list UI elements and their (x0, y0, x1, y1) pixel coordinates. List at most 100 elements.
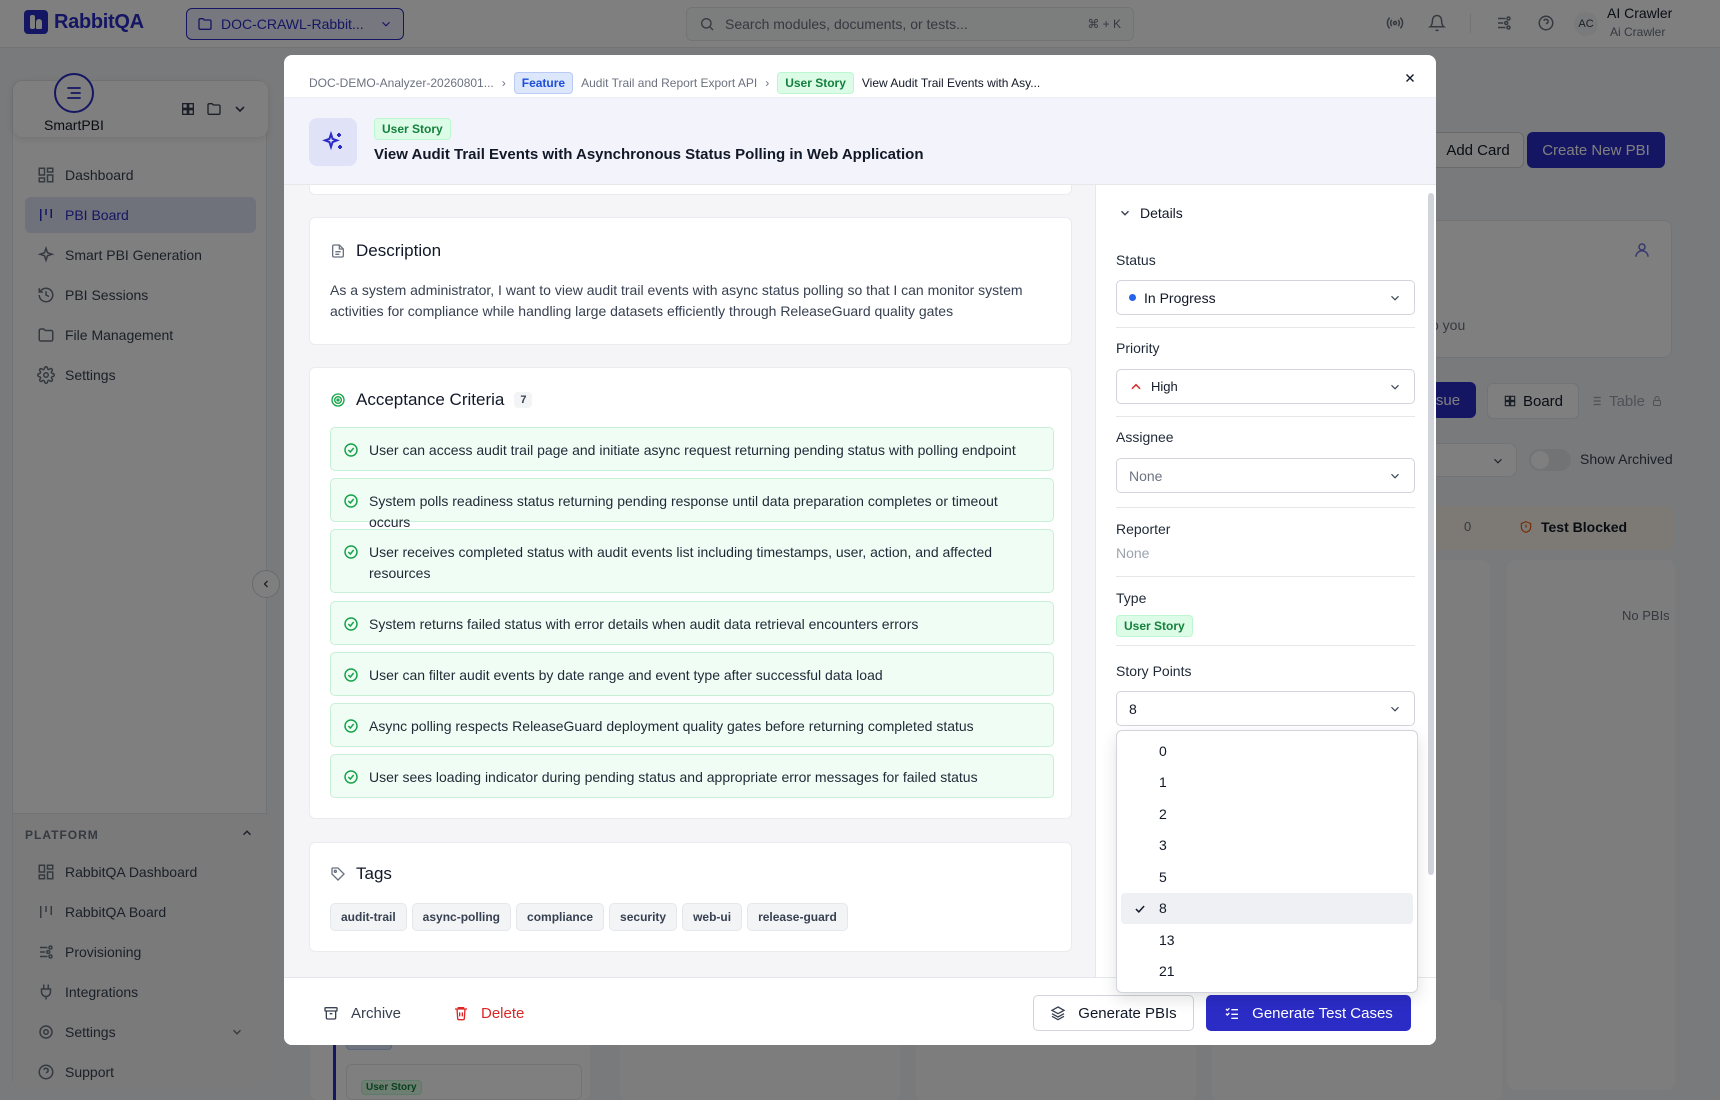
divider (1116, 416, 1415, 417)
description-panel: Description As a system administrator, I… (309, 217, 1072, 345)
generate-pbis-label: Generate PBIs (1078, 1004, 1177, 1022)
delete-label: Delete (481, 1004, 525, 1022)
check-circle-icon (344, 617, 358, 631)
description-heading: Description (330, 241, 441, 261)
criteria-item: Async polling respects ReleaseGuard depl… (330, 703, 1054, 747)
details-toggle[interactable]: Details (1118, 205, 1183, 221)
chevron-down-icon (1391, 384, 1399, 390)
story-points-option[interactable]: 3 (1121, 830, 1413, 862)
check-circle-icon (344, 494, 358, 508)
acceptance-heading: Acceptance Criteria 7 (330, 390, 533, 410)
criteria-count: 7 (514, 392, 533, 408)
acceptance-title: Acceptance Criteria (356, 390, 505, 409)
option-label: 0 (1159, 742, 1167, 759)
status-value: In Progress (1144, 289, 1216, 306)
assignee-label: Assignee (1116, 429, 1174, 445)
criteria-text: User can access audit trail page and ini… (369, 442, 1016, 458)
option-label: 5 (1159, 868, 1167, 885)
assignee-value: None (1129, 467, 1163, 484)
modal-header: User Story View Audit Trail Events with … (284, 97, 1436, 185)
check-circle-icon (344, 719, 358, 733)
tags-title: Tags (356, 864, 392, 883)
details-heading: Details (1140, 205, 1183, 221)
status-dot (1129, 294, 1136, 301)
type-pill: User Story (374, 118, 451, 140)
list-checks-icon (1225, 1007, 1239, 1019)
chevron-down-icon (1391, 473, 1399, 479)
breadcrumb-story: View Audit Trail Events with Asy... (861, 76, 1041, 90)
criteria-item: User can access audit trail page and ini… (330, 427, 1054, 471)
criteria-text: User receives completed status with audi… (369, 544, 993, 581)
type-label: Type (1116, 590, 1147, 606)
story-points-option[interactable]: 1 (1121, 767, 1413, 799)
tag-chip: async-polling (411, 903, 512, 931)
criteria-item: User can filter audit events by date ran… (330, 652, 1054, 696)
trash-icon (455, 1007, 467, 1021)
sparkles-icon (309, 118, 357, 166)
close-icon (1406, 74, 1414, 82)
details-scrollbar[interactable] (1428, 193, 1434, 875)
archive-button[interactable]: Archive (309, 995, 415, 1031)
story-points-option[interactable]: 5 (1121, 861, 1413, 893)
story-points-option[interactable]: 13 (1121, 924, 1413, 956)
chevron-down-icon (1121, 210, 1129, 216)
document-icon (332, 244, 344, 258)
chevron-right-icon: › (501, 76, 506, 90)
story-points-option-selected[interactable]: 8 (1121, 892, 1413, 924)
breadcrumb-feature[interactable]: Audit Trail and Report Export API (581, 76, 757, 90)
tag-icon (331, 867, 345, 881)
option-label: 3 (1159, 837, 1167, 854)
criteria-item: User receives completed status with audi… (330, 529, 1054, 593)
option-label: 21 (1159, 963, 1175, 980)
status-select[interactable]: In Progress (1116, 280, 1415, 315)
option-label: 13 (1159, 931, 1175, 948)
close-button[interactable] (1400, 68, 1420, 88)
tag-chip: audit-trail (330, 903, 407, 931)
reporter-label: Reporter (1116, 521, 1171, 537)
pbi-title: View Audit Trail Events with Asynchronou… (374, 146, 924, 163)
reporter-value: None (1116, 545, 1150, 561)
breadcrumb: DOC-DEMO-Analyzer-20260801... › Feature … (309, 72, 1376, 94)
chevron-down-icon (1391, 295, 1399, 301)
story-points-dropdown: 0 1 2 3 5 8 13 21 (1116, 730, 1418, 993)
description-text: As a system administrator, I want to vie… (330, 282, 1023, 319)
generate-test-cases-label: Generate Test Cases (1252, 1004, 1393, 1022)
tags-panel: Tags audit-trail async-polling compliance s… (309, 842, 1072, 952)
check-circle-icon (344, 545, 358, 559)
divider (1116, 327, 1415, 328)
option-label: 1 (1159, 774, 1167, 791)
tags-heading: Tags (330, 864, 392, 884)
divider (1116, 645, 1415, 646)
check-circle-icon (344, 443, 358, 457)
breadcrumb-feature-pill: Feature (513, 72, 574, 94)
tag-chip: compliance (516, 903, 605, 931)
previous-panel-edge (309, 185, 1072, 195)
check-circle-icon (344, 668, 358, 682)
check-circle-icon (344, 770, 358, 784)
story-points-option[interactable]: 0 (1121, 735, 1413, 767)
story-points-select[interactable]: 8 (1116, 691, 1415, 726)
breadcrumb-root[interactable]: DOC-DEMO-Analyzer-20260801... (309, 76, 494, 90)
chevron-up-priority-icon (1131, 383, 1141, 389)
story-points-value: 8 (1129, 700, 1137, 717)
generate-pbis-button[interactable]: Generate PBIs (1033, 995, 1194, 1031)
delete-button[interactable]: Delete (439, 995, 538, 1031)
check-icon (1135, 905, 1145, 913)
tag-chip: security (609, 903, 678, 931)
criteria-text: System returns failed status with error … (369, 616, 919, 632)
tag-list: audit-trail async-polling compliance securi… (330, 903, 853, 931)
story-points-option[interactable]: 21 (1121, 956, 1413, 988)
assignee-select[interactable]: None (1116, 458, 1415, 493)
story-points-option[interactable]: 2 (1121, 798, 1413, 830)
criteria-item: System polls readiness status returning … (330, 478, 1054, 530)
priority-select[interactable]: High (1116, 369, 1415, 404)
generate-test-cases-button[interactable]: Generate Test Cases (1206, 995, 1411, 1031)
main-content[interactable]: Description As a system administrator, I… (284, 185, 1095, 977)
archive-label: Archive (351, 1004, 402, 1022)
option-label: 2 (1159, 805, 1167, 822)
tag-chip: web-ui (682, 903, 743, 931)
type-value-pill: User Story (1116, 615, 1193, 637)
criteria-text: Async polling respects ReleaseGuard depl… (369, 718, 974, 734)
breadcrumb-story-pill: User Story (777, 72, 854, 94)
option-label: 8 (1159, 900, 1167, 917)
